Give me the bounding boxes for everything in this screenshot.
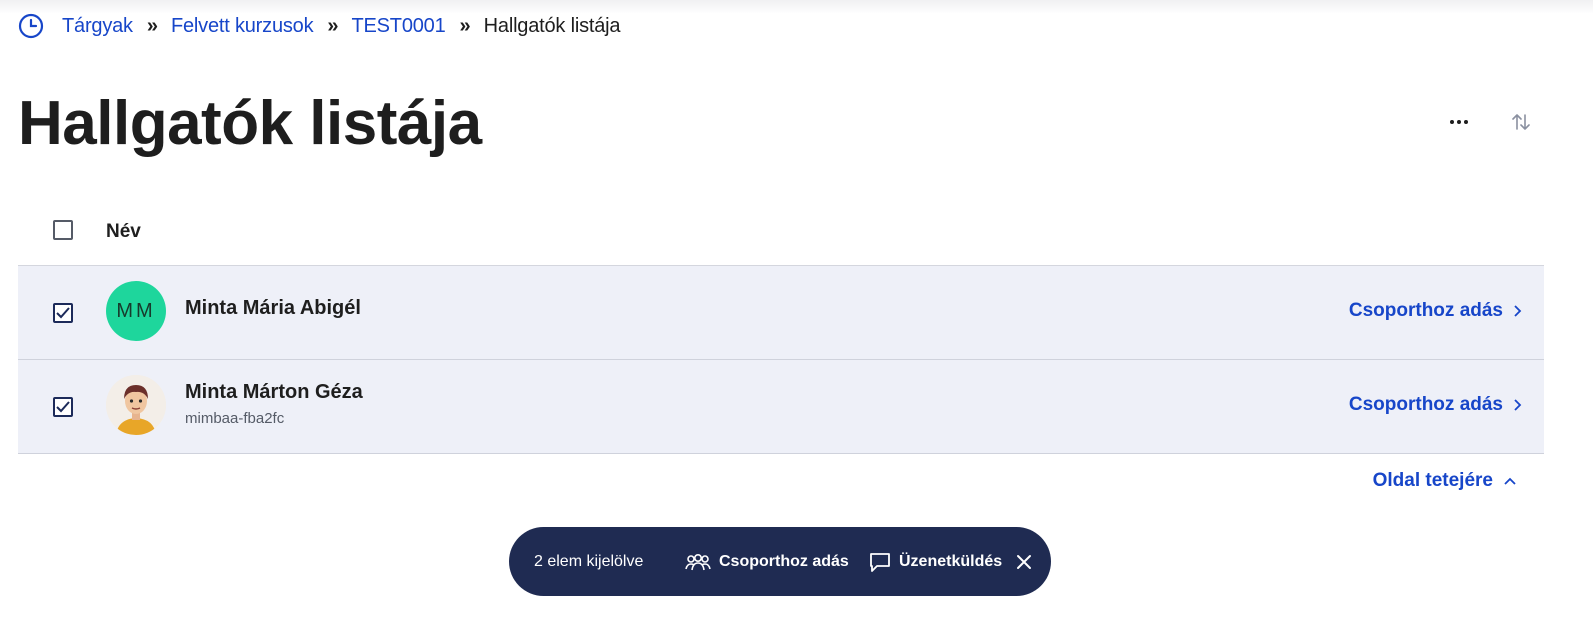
- breadcrumb-link-felvett-kurzusok[interactable]: Felvett kurzusok: [171, 15, 314, 38]
- checkmark-icon: [56, 401, 70, 413]
- sort-arrows-icon[interactable]: [1509, 110, 1533, 134]
- message-icon: [870, 552, 890, 572]
- row-checkbox[interactable]: [53, 303, 73, 323]
- student-name: Minta Márton Géza: [185, 381, 363, 403]
- select-all-checkbox[interactable]: [53, 220, 73, 240]
- title-actions: [1447, 110, 1533, 134]
- column-header-name: Név: [106, 220, 141, 242]
- breadcrumb-separator: »: [459, 14, 471, 37]
- back-to-top-link[interactable]: Oldal tetejére: [1373, 470, 1517, 492]
- row-checkbox[interactable]: [53, 397, 73, 417]
- chevron-right-icon: [1514, 305, 1522, 317]
- add-to-group-label: Csoporthoz adás: [1348, 300, 1503, 321]
- breadcrumb-separator: »: [146, 14, 158, 37]
- checkmark-icon: [56, 307, 70, 319]
- add-to-group-link[interactable]: Csoporthoz adás: [1349, 300, 1522, 322]
- breadcrumb-separator: »: [327, 14, 338, 37]
- table-row[interactable]: MM Minta Mária Abigél Csoporthoz adás: [18, 266, 1544, 360]
- avatar: [106, 375, 166, 435]
- chevron-up-icon: [1504, 477, 1516, 485]
- table-row[interactable]: Minta Márton Géza mimbaa-fba2fc Csoporth…: [18, 360, 1544, 454]
- avatar-initials: MM: [116, 299, 156, 322]
- person-photo-icon: [106, 375, 166, 435]
- breadcrumb-link-test0001[interactable]: TEST0001: [352, 15, 446, 38]
- close-icon[interactable]: [1014, 552, 1034, 572]
- table-header: Név: [18, 198, 1544, 266]
- back-to-top-label: Oldal tetejére: [1372, 470, 1493, 491]
- page: Tárgyak » Felvett kurzusok » TEST0001 » …: [0, 0, 1593, 625]
- users-icon: [685, 553, 711, 570]
- add-to-group-button[interactable]: Csoporthoz adás: [685, 553, 849, 571]
- add-to-group-button-label: Csoporthoz adás: [719, 552, 849, 570]
- add-to-group-label: Csoporthoz adás: [1348, 394, 1503, 415]
- breadcrumb: Tárgyak » Felvett kurzusok » TEST0001 » …: [18, 12, 621, 40]
- selection-action-bar: 2 elem kijelölve Csoporthoz adás Üzenetk…: [509, 527, 1051, 596]
- send-message-button[interactable]: Üzenetküldés: [869, 551, 1002, 573]
- avatar: MM: [106, 281, 166, 341]
- student-username: mimbaa-fba2fc: [185, 410, 285, 427]
- students-table: Név MM Minta Mária Abigél Csoporthoz adá…: [18, 198, 1544, 454]
- selection-count: 2 elem kijelölve: [534, 552, 644, 570]
- page-title: Hallgatók listája: [18, 89, 482, 158]
- breadcrumb-link-targyak[interactable]: Tárgyak: [62, 15, 133, 38]
- breadcrumb-current: Hallgatók listája: [483, 14, 621, 37]
- clock-icon[interactable]: [18, 13, 44, 39]
- add-to-group-link[interactable]: Csoporthoz adás: [1349, 394, 1522, 416]
- send-message-button-label: Üzenetküldés: [899, 552, 1003, 570]
- chevron-right-icon: [1514, 399, 1522, 411]
- more-horizontal-icon[interactable]: [1447, 110, 1471, 134]
- student-name: Minta Mária Abigél: [185, 297, 361, 319]
